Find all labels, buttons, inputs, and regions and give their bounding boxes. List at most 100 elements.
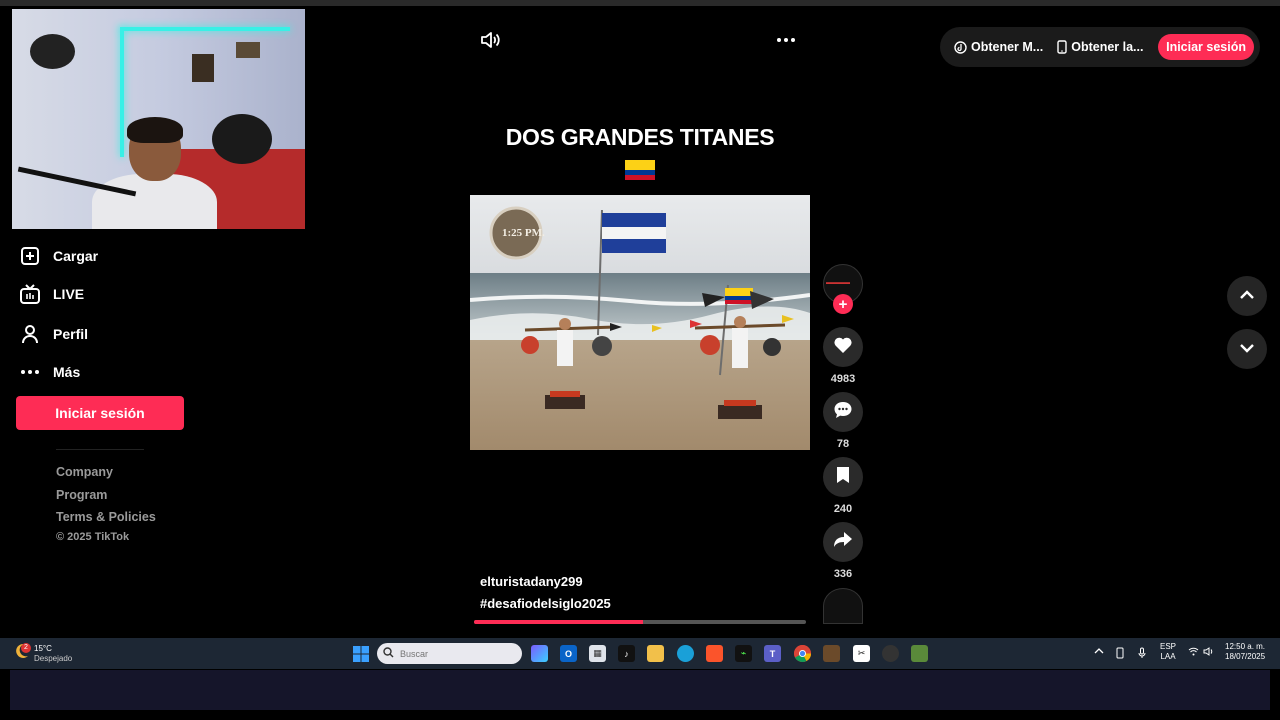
chrome-icon[interactable]: [794, 645, 811, 662]
sidebar-item-upload[interactable]: Cargar: [16, 238, 186, 274]
browser-top-border: [0, 0, 1280, 6]
colombia-flag-icon: [625, 160, 655, 180]
webcam-plush-toy: [212, 114, 272, 164]
tray-chevron-up-icon[interactable]: [1094, 647, 1104, 657]
teams-icon[interactable]: T: [764, 645, 781, 662]
game-app-icon[interactable]: [823, 645, 840, 662]
sidebar-item-label: Cargar: [53, 248, 99, 264]
comment-count: 78: [836, 438, 850, 450]
video-author[interactable]: elturistadany299: [480, 574, 583, 589]
language-line-1: ESP: [1160, 642, 1177, 651]
search-input[interactable]: [400, 648, 490, 659]
save-button[interactable]: [823, 457, 863, 497]
webcam-wall-frame: [192, 54, 214, 82]
top-signin-button[interactable]: Iniciar sesión: [1158, 34, 1254, 60]
windows-taskbar: 2 15°C Despejado O ▦ ♪ ⌁ T ✂ ESP LAA: [0, 638, 1280, 669]
sidebar-item-label: LIVE: [53, 286, 85, 302]
windows-start-icon[interactable]: [352, 645, 369, 662]
bookmark-icon: [836, 466, 850, 489]
copyright-text: © 2025 TikTok: [56, 531, 130, 543]
webcam-overlay: [12, 9, 305, 229]
chevron-up-icon: [1239, 287, 1255, 305]
login-button[interactable]: Iniciar sesión: [16, 396, 184, 430]
weather-condition: Despejado: [34, 653, 73, 663]
video-player[interactable]: 1:25 PM.: [470, 195, 810, 450]
webcam-wall-frame: [236, 42, 260, 58]
wifi-icon[interactable]: [1188, 647, 1199, 659]
upload-icon: [16, 242, 44, 270]
video-progress-bar[interactable]: [474, 620, 806, 624]
edge-icon[interactable]: [677, 645, 694, 662]
video-progress-fill: [474, 620, 644, 624]
live-tv-icon: [16, 280, 44, 308]
footer-link-terms[interactable]: Terms & Policies: [56, 510, 156, 524]
obs-icon[interactable]: [882, 645, 899, 662]
chevron-down-icon: [1239, 340, 1255, 358]
footer-link-program[interactable]: Program: [56, 488, 107, 502]
follow-plus-icon[interactable]: +: [833, 294, 853, 314]
search-icon: [383, 645, 394, 663]
save-count: 240: [833, 503, 853, 515]
tiktok-logo-icon: [954, 40, 967, 54]
video-caption-title: DOS GRANDES TITANES: [505, 124, 775, 150]
brave-icon[interactable]: [706, 645, 723, 662]
footer-link-company[interactable]: Company: [56, 465, 113, 479]
share-button[interactable]: [823, 522, 863, 562]
get-app-label: Obtener M...: [971, 40, 1044, 54]
speaker-icon[interactable]: [1203, 647, 1214, 659]
avatar-logo: ▬▬▬▬: [826, 280, 850, 286]
volume-icon[interactable]: [479, 30, 501, 55]
like-button[interactable]: [823, 327, 863, 367]
next-video-button[interactable]: [1227, 329, 1267, 369]
sidebar-item-more[interactable]: Más: [16, 354, 186, 390]
share-count: 336: [833, 568, 853, 580]
sidebar-item-label: Más: [53, 364, 81, 380]
webcam-person-body: [92, 174, 217, 229]
phone-icon: [1057, 40, 1067, 54]
battery-icon[interactable]: [1116, 647, 1124, 662]
clock-date: 18/07/2025: [1225, 652, 1266, 661]
bottom-overlay-strip: [10, 670, 1270, 710]
get-app-button[interactable]: Obtener M...: [954, 40, 1043, 54]
like-count: 4983: [830, 373, 856, 385]
webcam-plush-toy: [30, 34, 75, 69]
webcam-led-strip-vertical: [120, 27, 124, 157]
tiktok-app-icon[interactable]: ♪: [618, 645, 635, 662]
outlook-icon[interactable]: O: [560, 645, 577, 662]
sidebar-divider: [56, 449, 144, 450]
capcut-icon[interactable]: ✂: [853, 645, 870, 662]
more-dots-icon: [16, 358, 44, 386]
weather-badge: 2: [21, 643, 31, 653]
more-options-icon[interactable]: [775, 30, 797, 55]
microphone-icon[interactable]: [1138, 647, 1146, 662]
comment-icon: [833, 400, 853, 425]
file-explorer-icon[interactable]: [647, 645, 664, 662]
top-actions-bar: Obtener M... Obtener la... Iniciar sesió…: [940, 27, 1260, 67]
get-mobile-app-label: Obtener la...: [1071, 40, 1144, 54]
video-clock-overlay: 1:25 PM.: [502, 227, 545, 239]
minecraft-icon[interactable]: [911, 645, 928, 662]
webcam-led-strip: [120, 27, 290, 31]
comment-button[interactable]: [823, 392, 863, 432]
weather-temperature: 15°C: [34, 643, 52, 653]
sidebar-item-live[interactable]: LIVE: [16, 276, 186, 312]
language-indicator[interactable]: ESP LAA: [1160, 642, 1176, 662]
clock[interactable]: 12:50 a. m. 18/07/2025: [1225, 642, 1265, 662]
sidebar-item-profile[interactable]: Perfil: [16, 316, 186, 352]
user-icon: [16, 320, 44, 348]
webcam-person-hair: [127, 117, 183, 143]
store-icon[interactable]: ▦: [589, 645, 606, 662]
weather-widget[interactable]: 2 15°C Despejado: [12, 642, 72, 665]
language-line-2: LAA: [1160, 652, 1176, 661]
share-arrow-icon: [833, 531, 853, 554]
get-mobile-app-button[interactable]: Obtener la...: [1057, 40, 1143, 54]
sidebar-nav: Cargar LIVE Perfil Más: [16, 238, 186, 392]
previous-video-button[interactable]: [1227, 276, 1267, 316]
heart-icon: [833, 336, 853, 359]
gamepad-icon[interactable]: ⌁: [735, 645, 752, 662]
music-disc-avatar[interactable]: [823, 588, 863, 624]
video-hashtag[interactable]: #desafiodelsiglo2025: [480, 596, 611, 611]
taskbar-search[interactable]: [377, 643, 522, 664]
copilot-icon[interactable]: [531, 645, 548, 662]
sidebar-item-label: Perfil: [53, 326, 89, 342]
